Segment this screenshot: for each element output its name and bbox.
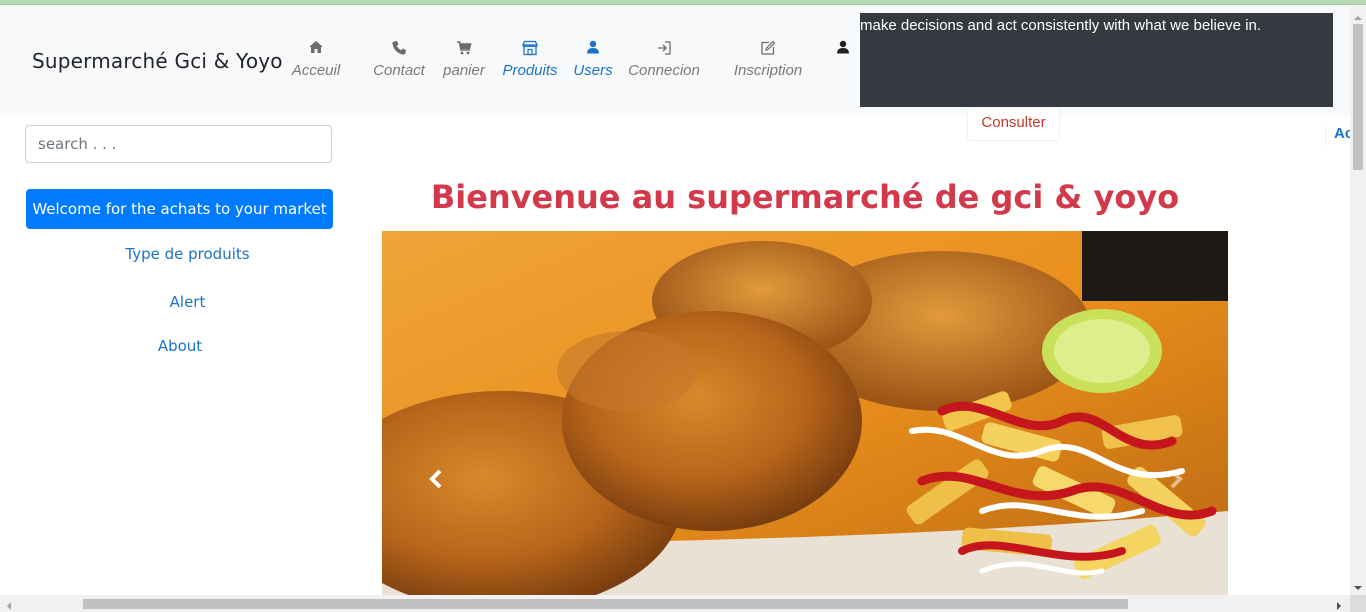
carousel-food-image xyxy=(382,231,1228,595)
nav-item-produits[interactable]: Produits xyxy=(499,40,561,79)
nav-label-inscription: Inscription xyxy=(733,62,803,79)
page-title: Bienvenue au supermarché de gci & yoyo xyxy=(430,178,1180,216)
nav-label-contact: Contact xyxy=(373,62,425,79)
nav-label-connecion: Connecion xyxy=(628,62,700,79)
phone-icon xyxy=(370,40,428,56)
horizontal-scrollbar[interactable] xyxy=(0,595,1350,612)
carousel[interactable] xyxy=(382,231,1228,595)
nav-label-panier: panier xyxy=(443,62,485,79)
scroll-up-arrow-icon[interactable] xyxy=(1350,10,1366,20)
cut-off-edge-text[interactable]: Ac xyxy=(1325,125,1350,147)
nav-label-users: Users xyxy=(573,62,613,79)
top-strip xyxy=(0,0,1366,5)
account-user-icon[interactable] xyxy=(836,40,852,56)
sidebar-link-type-de-produits[interactable]: Type de produits xyxy=(100,245,275,263)
nav-item-acceuil[interactable]: Acceuil xyxy=(288,40,344,79)
scroll-down-arrow-icon[interactable] xyxy=(1350,580,1366,590)
welcome-button[interactable]: Welcome for the achats to your market xyxy=(26,189,333,229)
edit-icon xyxy=(729,40,807,56)
home-icon xyxy=(288,40,344,56)
user-icon xyxy=(572,40,614,56)
sidebar-link-alert[interactable]: Alert xyxy=(150,293,225,311)
vertical-scroll-thumb[interactable] xyxy=(1353,24,1363,170)
tooltip-popover: make decisions and act consistently with… xyxy=(860,13,1333,107)
chevron-right-icon[interactable] xyxy=(1162,467,1192,491)
store-icon xyxy=(499,40,561,56)
navbar-brand[interactable]: Supermarché Gci & Yoyo xyxy=(32,49,283,73)
nav-item-inscription[interactable]: Inscription xyxy=(729,40,807,79)
scroll-right-arrow-icon[interactable] xyxy=(1334,598,1344,610)
cart-icon xyxy=(439,40,489,56)
nav-item-connecion[interactable]: Connecion xyxy=(624,40,704,79)
nav-label-acceuil: Acceuil xyxy=(291,62,341,79)
chevron-left-icon[interactable] xyxy=(420,467,450,491)
nav-label-produits: Produits xyxy=(502,62,558,79)
horizontal-scroll-thumb[interactable] xyxy=(83,599,1128,609)
sign-in-icon xyxy=(624,40,704,56)
search-input[interactable] xyxy=(25,125,332,163)
nav-item-contact[interactable]: Contact xyxy=(370,40,428,79)
scrollbar-corner xyxy=(1350,595,1366,612)
sidebar-link-about[interactable]: About xyxy=(140,337,220,355)
nav-item-panier[interactable]: panier xyxy=(439,40,489,79)
nav-item-users[interactable]: Users xyxy=(572,40,614,79)
consulter-button[interactable]: Consulter xyxy=(967,107,1060,141)
scroll-left-arrow-icon[interactable] xyxy=(4,598,14,610)
vertical-scrollbar[interactable] xyxy=(1350,6,1366,595)
